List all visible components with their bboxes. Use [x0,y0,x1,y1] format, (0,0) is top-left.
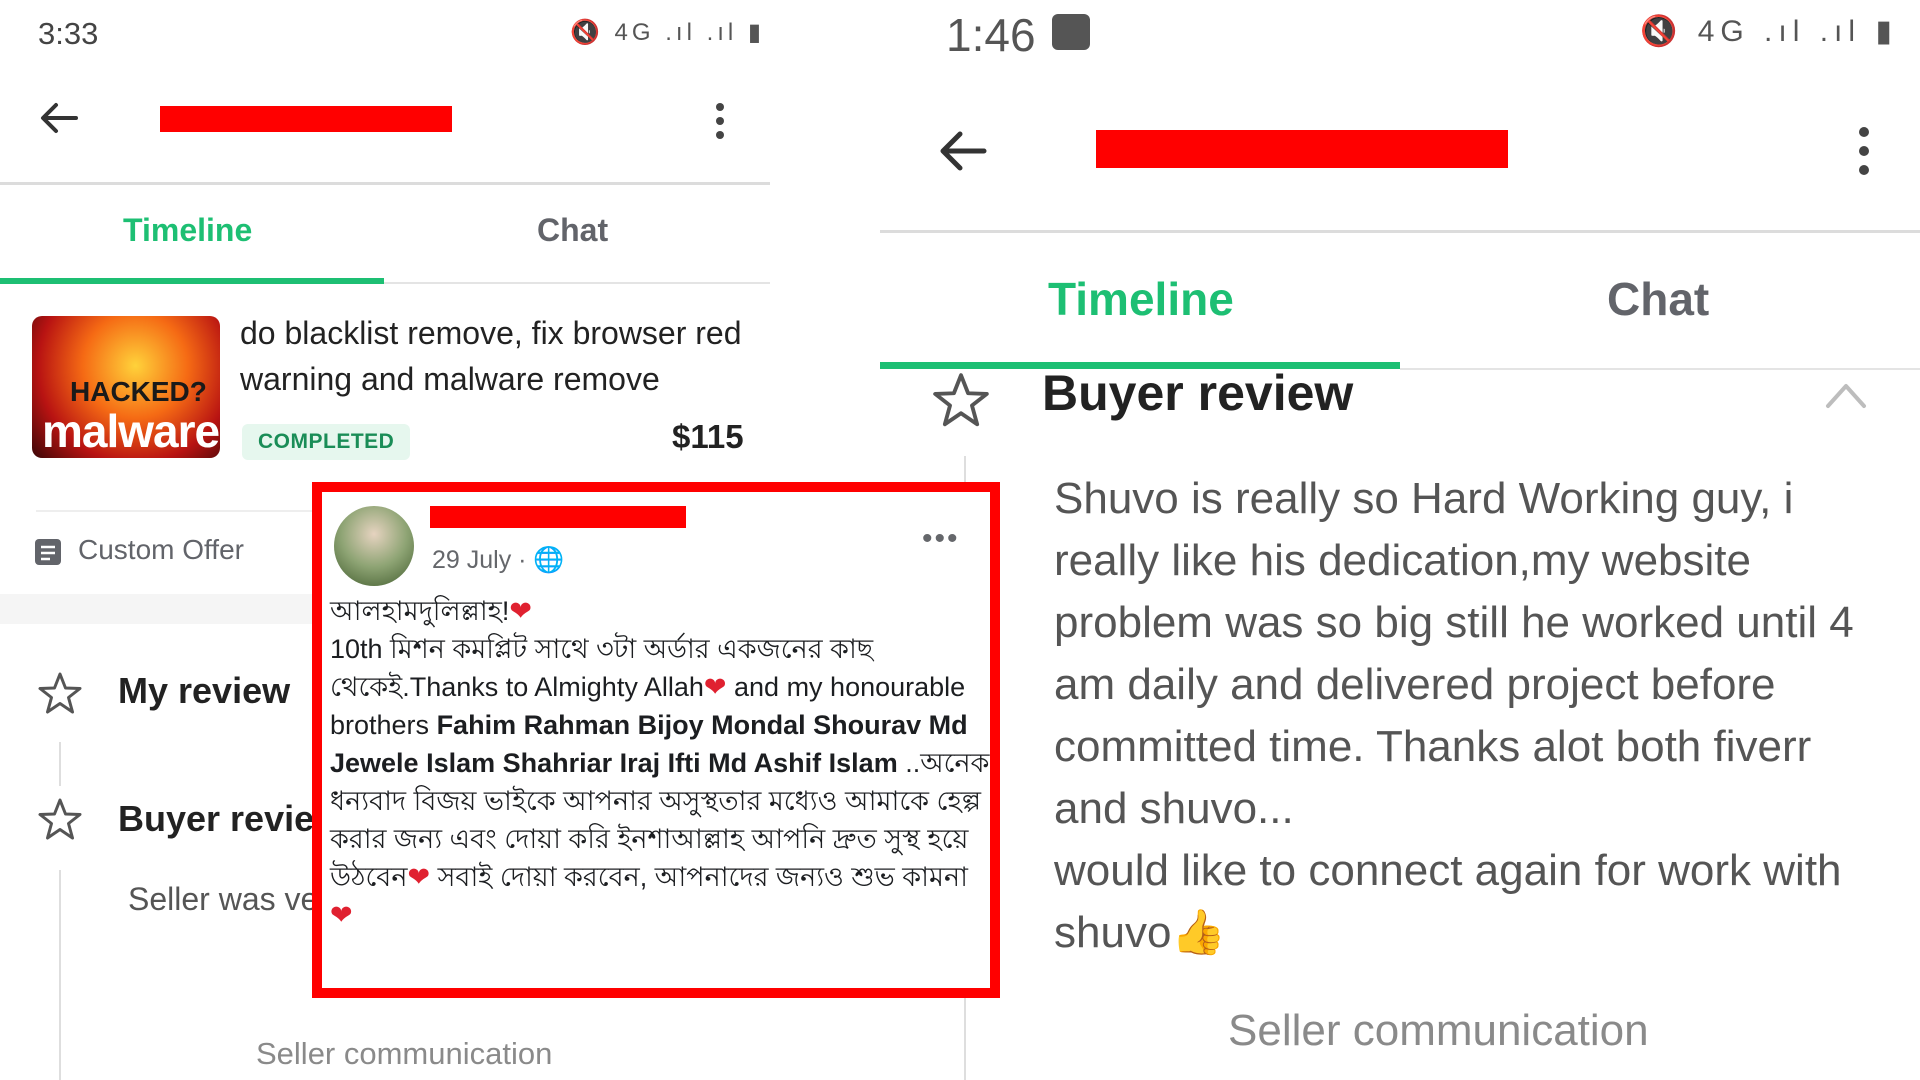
tab-divider [1400,368,1920,370]
status-badge: COMPLETED [242,424,411,460]
star-outline-icon [38,798,82,840]
more-options-icon[interactable]: ••• [922,522,960,556]
heart-icon: ❤ [703,672,727,702]
redacted-author-name [430,506,686,528]
header-divider [0,182,770,185]
post-line-1: আলহামদুলিল্লাহ! [330,596,510,626]
status-time: 3:33 [38,16,99,51]
star-outline-icon [38,672,82,714]
buyer-review-text: Shuvo is really so Hard Working guy, i r… [1054,468,1884,964]
chevron-up-icon[interactable] [1822,378,1870,412]
custom-offer-label[interactable]: Custom Offer [78,534,244,566]
redacted-username [160,106,452,132]
avatar[interactable] [334,506,414,586]
status-time: 1:46 [946,9,1036,61]
active-tab-indicator [0,278,384,284]
tab-timeline[interactable]: Timeline [1048,272,1234,326]
post-body: আলহামদুলিল্লাহ!❤ 10th মিশন কমপ্লিট সাথে … [330,592,990,934]
more-vertical-icon[interactable] [1850,124,1878,178]
buyer-review-body: Shuvo is really so Hard Working guy, i r… [1054,474,1854,833]
seller-communication-label: Seller communication [1228,1006,1649,1055]
thumbs-up-icon: 👍 [1171,908,1227,957]
gig-title[interactable]: do blacklist remove, fix browser red war… [240,310,760,402]
heart-icon: ❤ [330,900,353,930]
tab-divider [384,282,770,284]
seller-communication-label: Seller communication [256,1036,553,1071]
tab-timeline[interactable]: Timeline [123,212,252,249]
timeline-line [59,742,61,786]
status-icons: 🔇 4G .ıl .ıl ▮ [570,19,766,46]
facebook-post-overlay: 29 July · 🌐 ••• আলহামদুলিল্লাহ!❤ 10th মি… [312,482,1000,998]
order-price: $115 [672,418,744,455]
tab-chat[interactable]: Chat [1607,272,1709,326]
redacted-username [1096,130,1508,168]
wifi-icon [1052,14,1090,50]
timeline-line [59,870,61,1080]
tab-chat[interactable]: Chat [537,212,608,249]
back-arrow-icon[interactable] [36,95,82,141]
heart-icon: ❤ [509,596,532,626]
buyer-review-heading[interactable]: Buyer review [1042,364,1353,422]
heart-icon: ❤ [407,862,431,892]
post-line-4: সবাই দোয়া করবেন, আপনাদের জন্যও শুভ কামন… [430,862,968,892]
my-review-heading[interactable]: My review [118,670,290,712]
thumbnail-text-malware: malware [42,405,220,457]
header-divider [880,230,1920,233]
buyer-review-heading[interactable]: Buyer revie [118,798,314,840]
gig-thumbnail[interactable]: HACKED? malware [32,316,220,458]
more-vertical-icon[interactable] [706,100,734,142]
right-screenshot: 1:46 🔇 4G .ıl .ıl ▮ Timeline Chat Buyer … [880,0,1920,1080]
custom-offer-icon [35,539,61,565]
star-outline-icon [933,373,989,427]
back-arrow-icon[interactable] [936,124,990,178]
post-date: 29 July · 🌐 [432,546,565,574]
status-icons: 🔇 4G .ıl .ıl ▮ [1640,15,1898,48]
